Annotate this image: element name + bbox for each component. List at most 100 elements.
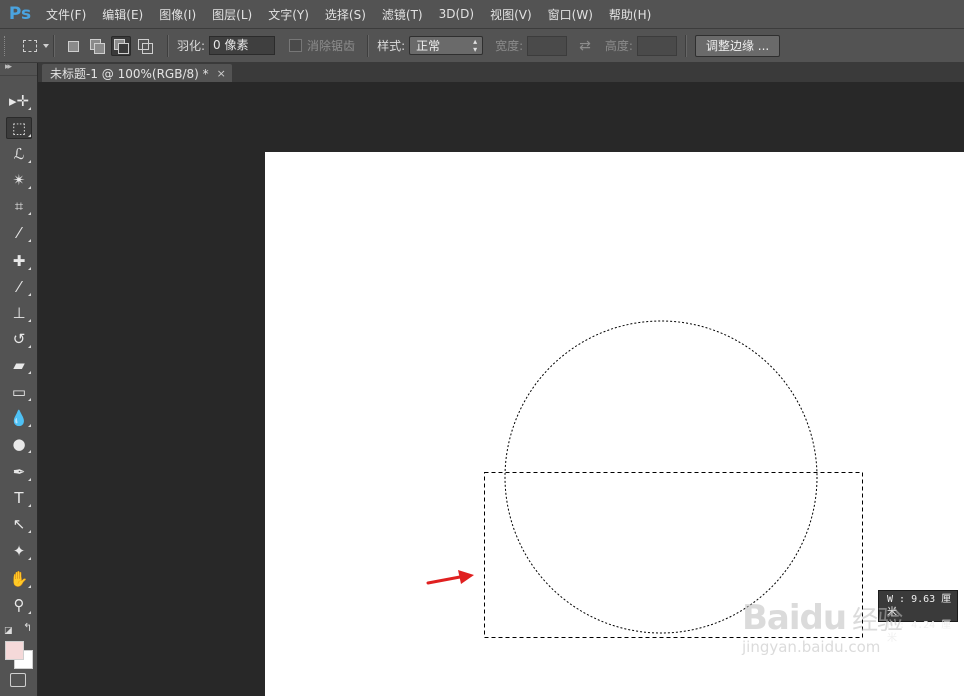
healing-brush-tool-button[interactable]: ✚ bbox=[6, 250, 32, 272]
flyout-indicator bbox=[28, 478, 31, 481]
menu-select[interactable]: 选择(S) bbox=[325, 6, 366, 23]
eraser-tool-icon: ▰ bbox=[13, 356, 25, 374]
antialias-checkbox[interactable] bbox=[289, 39, 303, 52]
photoshop-logo-icon: Ps bbox=[8, 4, 32, 24]
eyedropper-tool-icon: ⁄ bbox=[17, 224, 21, 242]
swap-dimensions-icon[interactable]: ⇄ bbox=[579, 38, 591, 54]
tool-preset-picker[interactable] bbox=[15, 35, 49, 57]
brush-tool-button[interactable]: ⁄ bbox=[6, 276, 32, 298]
flyout-indicator bbox=[28, 134, 31, 137]
foreground-color-swatch[interactable] bbox=[5, 641, 24, 660]
dimension-tooltip: W : 9.63 厘米 H : 4.24 厘米 bbox=[878, 590, 958, 644]
flyout-indicator bbox=[28, 319, 31, 322]
style-label: 样式: bbox=[377, 39, 406, 53]
lasso-tool-button[interactable]: ℒ bbox=[6, 143, 32, 165]
flyout-indicator bbox=[28, 450, 31, 453]
flyout-indicator bbox=[28, 530, 31, 533]
blur-tool-button[interactable]: 💧 bbox=[6, 407, 32, 429]
flyout-indicator bbox=[28, 611, 31, 614]
document-canvas[interactable] bbox=[265, 152, 964, 696]
swap-colors-icon[interactable]: ↰ bbox=[23, 621, 32, 634]
history-brush-tool-button[interactable]: ↺ bbox=[6, 328, 32, 350]
flyout-indicator bbox=[28, 107, 31, 110]
height-label: 高度: bbox=[604, 39, 633, 53]
crop-tool-icon: ⌗ bbox=[14, 197, 24, 215]
intersect-selection-icon bbox=[138, 38, 153, 54]
flyout-indicator bbox=[28, 293, 31, 296]
menu-window[interactable]: 窗口(W) bbox=[548, 6, 593, 23]
eyedropper-tool-button[interactable]: ⁄ bbox=[6, 222, 32, 244]
menu-layer[interactable]: 图层(L) bbox=[212, 6, 252, 23]
clone-stamp-tool-icon: ⊥ bbox=[12, 304, 26, 322]
menu-3d[interactable]: 3D(D) bbox=[439, 7, 474, 21]
blur-tool-icon: 💧 bbox=[9, 409, 29, 427]
width-label: 宽度: bbox=[495, 39, 524, 53]
updown-arrow-icon: ▴ ▾ bbox=[473, 36, 478, 54]
flyout-indicator bbox=[28, 371, 31, 374]
pen-tool-button[interactable]: ✒ bbox=[6, 461, 32, 483]
menu-bar: Ps 文件(F) 编辑(E) 图像(I) 图层(L) 文字(Y) 选择(S) 滤… bbox=[0, 0, 964, 29]
options-grip[interactable] bbox=[4, 35, 15, 56]
eraser-tool-button[interactable]: ▰ bbox=[6, 354, 32, 376]
brush-tool-icon: ⁄ bbox=[17, 278, 21, 296]
clone-stamp-tool-button[interactable]: ⊥ bbox=[6, 302, 32, 324]
default-colors-icon[interactable]: ◪ bbox=[4, 626, 13, 636]
subtract-selection-icon bbox=[114, 38, 129, 54]
hand-tool-icon: ✋ bbox=[9, 570, 29, 588]
document-tab[interactable]: 未标题-1 @ 100%(RGB/8) * × bbox=[42, 64, 232, 82]
add-selection-icon bbox=[90, 38, 105, 54]
menu-image[interactable]: 图像(I) bbox=[159, 6, 196, 23]
rect-marquee-tool-button[interactable]: ⬚ bbox=[6, 117, 32, 139]
quick-mask-icon[interactable] bbox=[10, 673, 26, 687]
style-select-value: 正常 bbox=[416, 39, 441, 53]
flyout-indicator bbox=[28, 345, 31, 348]
zoom-tool-button[interactable]: ⚲ bbox=[6, 594, 32, 616]
tools-panel-header[interactable]: ▸▸ bbox=[0, 62, 37, 76]
style-select[interactable]: 正常 ▴ ▾ bbox=[409, 36, 484, 55]
intersect-selection-button[interactable] bbox=[135, 36, 155, 56]
move-tool-icon: ▸✛ bbox=[8, 92, 30, 110]
lasso-tool-icon: ℒ bbox=[13, 145, 25, 163]
gradient-tool-icon: ▭ bbox=[11, 383, 27, 401]
close-icon[interactable]: × bbox=[217, 67, 226, 80]
subtract-from-selection-button[interactable] bbox=[111, 35, 131, 56]
flyout-indicator bbox=[28, 239, 31, 242]
flyout-indicator bbox=[28, 160, 31, 163]
antialias-label: 消除锯齿 bbox=[307, 39, 356, 53]
flyout-indicator bbox=[28, 398, 31, 401]
document-tab-title: 未标题-1 @ 100%(RGB/8) * bbox=[50, 66, 209, 81]
history-brush-tool-icon: ↺ bbox=[12, 330, 26, 348]
gradient-tool-button[interactable]: ▭ bbox=[6, 381, 32, 403]
menu-type[interactable]: 文字(Y) bbox=[268, 6, 309, 23]
path-select-tool-button[interactable]: ↖ bbox=[6, 513, 32, 535]
new-selection-icon bbox=[66, 39, 80, 53]
menu-file[interactable]: 文件(F) bbox=[46, 6, 86, 23]
hand-tool-button[interactable]: ✋ bbox=[6, 568, 32, 590]
feather-input[interactable]: 0 像素 bbox=[209, 36, 276, 55]
magic-wand-tool-button[interactable]: ✴ bbox=[6, 169, 32, 191]
flyout-indicator bbox=[28, 504, 31, 507]
move-tool-button[interactable]: ▸✛ bbox=[6, 90, 32, 112]
width-input[interactable] bbox=[527, 35, 568, 56]
new-selection-button[interactable] bbox=[63, 36, 83, 56]
tooltip-width: W : 9.63 厘米 bbox=[887, 594, 952, 618]
type-tool-icon: T bbox=[14, 489, 24, 507]
tools-panel: ▸▸ ▸✛ ⬚ ℒ ✴ ⌗ ⁄ ✚ ⁄ ⊥ ↺ ▰ ▭ 💧 ● ✒ T ↖ ✦ ✋ ⚲ ◪ ↰ bbox=[0, 62, 38, 696]
path-select-tool-icon: ↖ bbox=[12, 515, 26, 533]
height-input[interactable] bbox=[636, 35, 677, 56]
crop-tool-button[interactable]: ⌗ bbox=[6, 195, 32, 217]
type-tool-button[interactable]: T bbox=[6, 487, 32, 509]
add-to-selection-button[interactable] bbox=[87, 36, 107, 56]
refine-edge-button[interactable]: 调整边缘 ... bbox=[694, 34, 781, 57]
dodge-tool-button[interactable]: ● bbox=[6, 433, 32, 455]
menu-filter[interactable]: 滤镜(T) bbox=[382, 6, 423, 23]
flyout-indicator bbox=[28, 212, 31, 215]
divider bbox=[167, 34, 169, 57]
shape-tool-button[interactable]: ✦ bbox=[6, 540, 32, 562]
menu-view[interactable]: 视图(V) bbox=[490, 6, 532, 23]
color-swatches bbox=[5, 641, 35, 671]
double-chevron-icon: ▸▸ bbox=[5, 62, 12, 72]
rect-marquee-tool-icon: ⬚ bbox=[11, 119, 27, 137]
menu-help[interactable]: 帮助(H) bbox=[609, 6, 651, 23]
menu-edit[interactable]: 编辑(E) bbox=[102, 6, 143, 23]
